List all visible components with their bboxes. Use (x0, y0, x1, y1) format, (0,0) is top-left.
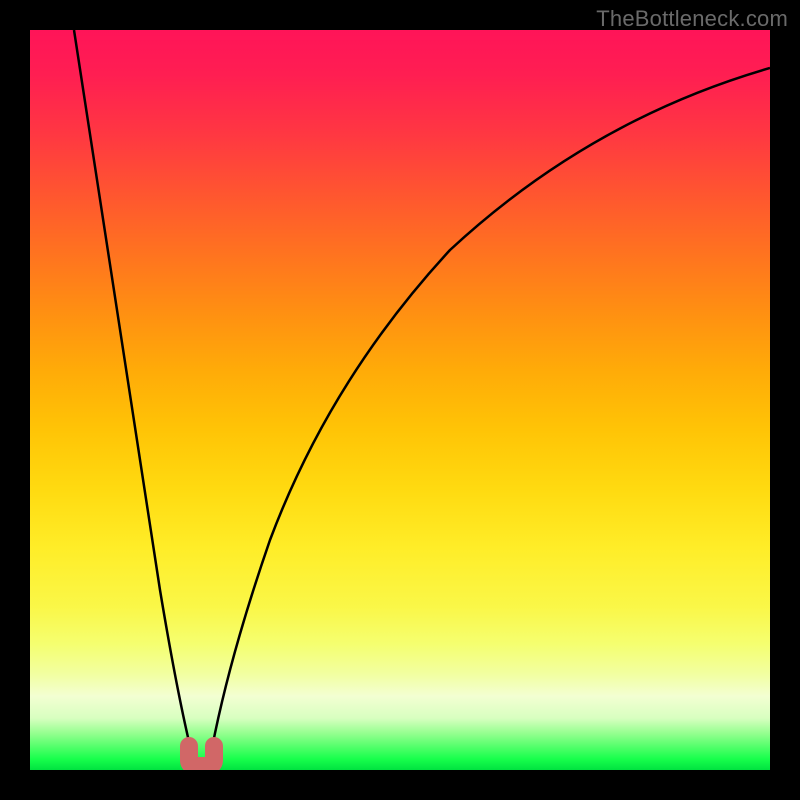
curve-left (74, 30, 196, 770)
watermark-text: TheBottleneck.com (596, 6, 788, 32)
plot-svg (30, 30, 770, 770)
min-marker (189, 746, 214, 766)
chart-frame: TheBottleneck.com (0, 0, 800, 800)
plot-area (30, 30, 770, 770)
curve-right (208, 68, 770, 770)
